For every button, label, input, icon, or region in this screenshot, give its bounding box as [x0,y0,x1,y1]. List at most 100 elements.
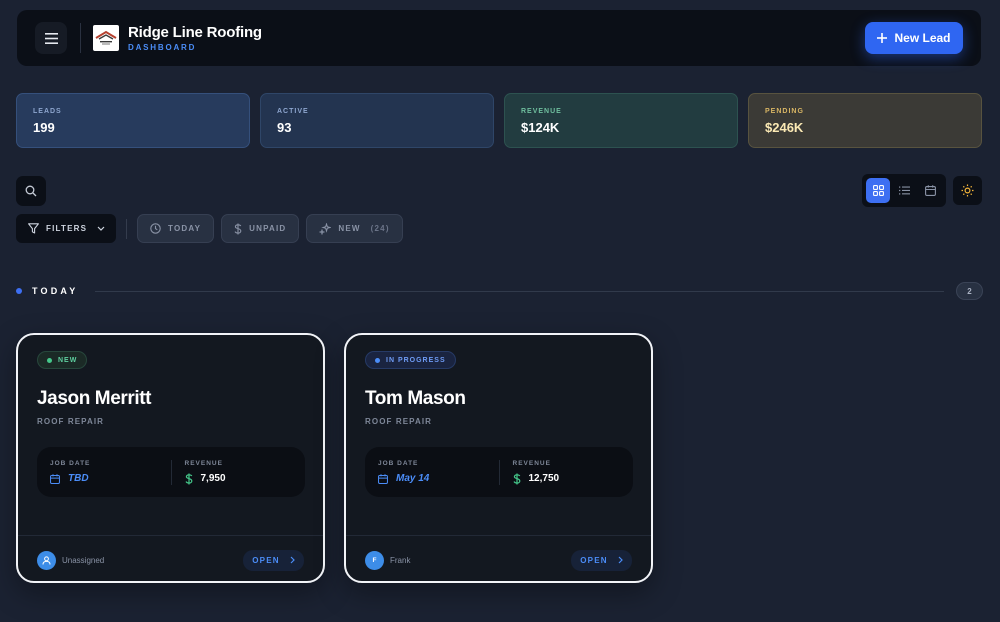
open-label: OPEN [252,555,280,565]
list-icon [898,186,910,195]
dollar-icon [184,473,192,484]
revenue-column: REVENUE 7,950 [170,459,306,485]
job-date-column: JOB DATE TBD [37,460,171,484]
stat-label: PENDING [765,108,804,115]
view-switcher [862,174,946,207]
roof-logo-icon [95,30,117,45]
status-label: NEW [58,356,78,364]
avatar: F [365,550,384,570]
stat-card-revenue[interactable]: REVENUE $124K [504,93,738,148]
revenue-column: REVENUE 12,750 [498,459,634,485]
theme-toggle-button[interactable] [953,176,982,205]
app-header: Ridge Line Roofing DASHBOARD New Lead [17,10,981,66]
card-divider [346,535,651,536]
stat-card-leads[interactable]: LEADS 199 [16,93,250,148]
filters-divider [126,218,127,239]
company-name: Ridge Line Roofing [128,24,262,41]
plus-icon [877,33,888,43]
card-divider [18,535,323,536]
status-label: IN PROGRESS [386,356,446,364]
status-badge: IN PROGRESS [365,351,456,369]
revenue-text: 12,750 [528,473,560,484]
job-date-column: JOB DATE May 14 [365,460,499,484]
chip-label: TODAY [168,224,202,233]
revenue-text: 7,950 [200,473,226,484]
job-date-text: May 14 [396,473,430,484]
brand: Ridge Line Roofing DASHBOARD [128,24,262,52]
menu-button[interactable] [35,22,67,54]
calendar-icon [378,473,388,484]
job-type: ROOF REPAIR [37,417,105,426]
job-type: ROOF REPAIR [365,417,433,426]
dollar-icon [234,223,242,234]
new-lead-button[interactable]: New Lead [865,22,963,54]
search-button[interactable] [16,176,46,206]
revenue-value: 12,750 [512,473,634,485]
lead-card[interactable]: NEW Jason Merritt ROOF REPAIR JOB DATE T… [16,333,325,583]
open-label: OPEN [580,555,608,565]
job-date-label: JOB DATE [378,460,419,467]
section-dot [16,288,22,294]
chevron-down-icon [97,226,105,231]
assignee-name: Frank [390,555,411,565]
calendar-view-button[interactable] [918,178,942,203]
chip-new[interactable]: NEW (24) [306,214,403,243]
list-view-button[interactable] [892,178,916,203]
assignee-name: Unassigned [62,555,105,565]
stat-value: 93 [277,120,292,135]
section-divider [94,290,944,292]
stat-value: $246K [765,120,804,135]
status-dot [47,357,52,363]
sun-icon [961,184,974,197]
chevron-right-icon [618,556,623,564]
stat-card-active[interactable]: ACTIVE 93 [260,93,494,148]
company-logo [93,25,119,51]
status-dot [375,357,380,363]
revenue-value: 7,950 [184,473,306,485]
grid-icon [872,185,884,196]
status-badge: NEW [37,351,88,369]
chip-today[interactable]: TODAY [137,214,215,243]
calendar-icon [50,473,60,484]
lead-card[interactable]: IN PROGRESS Tom Mason ROOF REPAIR JOB DA… [344,333,653,583]
stat-card-pending[interactable]: PENDING $246K [748,93,982,148]
clock-icon [150,223,161,234]
chevron-right-icon [290,556,295,564]
stat-label: REVENUE [521,108,562,115]
chip-unpaid[interactable]: UNPAID [221,214,300,243]
filters-row: FILTERS TODAY UNPAID NEW (24) [16,214,410,243]
job-date-text: TBD [68,473,89,484]
revenue-label: REVENUE [512,459,551,467]
user-icon [42,555,51,565]
new-lead-label: New Lead [894,31,951,45]
sparkle-icon [319,222,332,235]
chip-count: (24) [370,224,390,233]
dollar-icon [512,473,520,484]
card-footer: Unassigned OPEN [37,549,304,571]
filters-label: FILTERS [46,224,88,233]
chip-label: NEW [338,224,361,233]
lead-name: Tom Mason [365,388,466,409]
job-date-value: May 14 [378,473,499,484]
filter-icon [28,223,39,234]
stat-label: LEADS [33,108,62,115]
stat-value: 199 [33,120,55,135]
chip-label: UNPAID [249,224,287,233]
search-icon [25,185,37,197]
calendar-icon [924,185,936,196]
stat-label: ACTIVE [277,108,309,115]
section-title: TODAY [32,286,79,296]
filters-button[interactable]: FILTERS [16,214,116,243]
grid-view-button[interactable] [866,178,890,203]
section-count-badge: 2 [956,282,983,300]
open-lead-button[interactable]: OPEN [571,549,632,571]
open-lead-button[interactable]: OPEN [243,549,304,571]
lead-info-box: JOB DATE May 14 REVENUE 12,750 [365,447,633,497]
lead-name: Jason Merritt [37,388,152,409]
revenue-label: REVENUE [184,459,223,467]
card-footer: F Frank OPEN [365,549,632,571]
page-subtitle: DASHBOARD [128,43,197,52]
lead-info-box: JOB DATE TBD REVENUE 7,950 [37,447,305,497]
job-date-value: TBD [50,473,171,484]
job-date-label: JOB DATE [50,460,91,467]
